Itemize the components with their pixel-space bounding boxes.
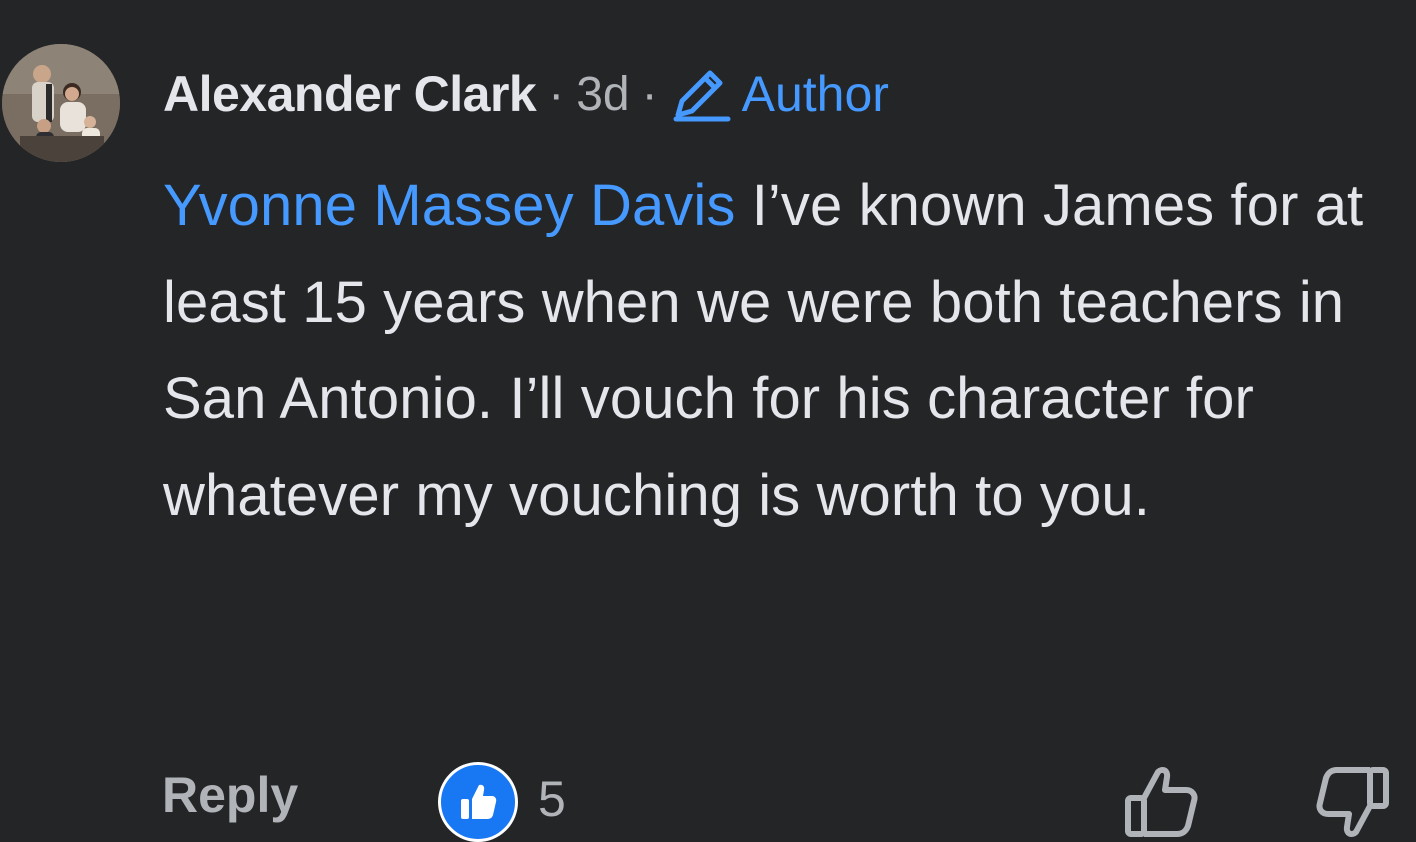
thumbs-up-reaction-icon[interactable] [438, 762, 518, 842]
comment-header: Alexander Clark · 3d · Author [163, 62, 889, 126]
comment: Alexander Clark · 3d · Author Yvonne Mas… [0, 0, 1416, 842]
avatar[interactable] [2, 44, 120, 162]
avatar-photo [2, 44, 120, 162]
author-name[interactable]: Alexander Clark [163, 65, 537, 123]
thumbs-up-outline-icon[interactable] [1120, 762, 1204, 842]
separator: · [548, 67, 565, 121]
thumbs-down-outline-icon[interactable] [1310, 762, 1394, 842]
reaction-count[interactable]: 5 [538, 770, 566, 828]
reply-button[interactable]: Reply [162, 766, 298, 824]
comment-actions: Reply 5 [0, 760, 1416, 842]
separator: · [641, 67, 658, 121]
author-badge-label: Author [741, 66, 889, 122]
author-badge: Author [670, 65, 889, 123]
comment-text: Yvonne Massey Davis I’ve known James for… [163, 158, 1383, 544]
pencil-icon [670, 65, 732, 123]
mention-link[interactable]: Yvonne Massey Davis [163, 173, 736, 238]
timestamp[interactable]: 3d [576, 67, 629, 122]
